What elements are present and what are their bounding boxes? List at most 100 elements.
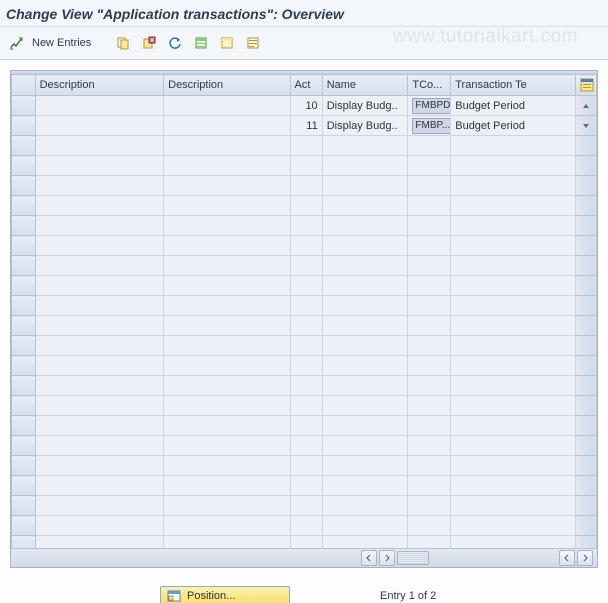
vscroll-track[interactable] — [575, 316, 596, 336]
cell-tco[interactable] — [408, 316, 451, 336]
table-row[interactable] — [12, 216, 597, 236]
deselect-all-icon[interactable] — [217, 33, 237, 53]
table-row[interactable] — [12, 496, 597, 516]
table-row[interactable]: 11Display Budg..FMBP...Budget Period — [12, 116, 597, 136]
row-marker[interactable] — [12, 536, 36, 549]
cell-desc2[interactable] — [164, 96, 290, 116]
cell-tco[interactable]: FMBPD — [408, 96, 451, 116]
column-transaction-text[interactable]: Transaction Te — [451, 75, 575, 96]
table-row[interactable] — [12, 416, 597, 436]
table-row[interactable] — [12, 176, 597, 196]
vscroll-track[interactable] — [575, 136, 596, 156]
cell-name[interactable] — [322, 236, 408, 256]
cell-desc1[interactable] — [35, 416, 164, 436]
cell-tt[interactable] — [451, 176, 575, 196]
vscroll-track[interactable] — [575, 256, 596, 276]
cell-desc2[interactable] — [164, 476, 290, 496]
cell-tco[interactable] — [408, 536, 451, 549]
cell-act[interactable] — [290, 476, 322, 496]
vscroll-track[interactable] — [575, 276, 596, 296]
hscroll-right-icon[interactable] — [379, 550, 395, 566]
cell-name[interactable] — [322, 296, 408, 316]
cell-tt[interactable] — [451, 536, 575, 549]
cell-tco[interactable] — [408, 516, 451, 536]
hscroll-left-icon[interactable] — [361, 550, 377, 566]
cell-desc1[interactable] — [35, 276, 164, 296]
row-marker[interactable] — [12, 216, 36, 236]
cell-tco[interactable] — [408, 376, 451, 396]
vscroll-track[interactable] — [575, 156, 596, 176]
cell-act[interactable] — [290, 356, 322, 376]
cell-tco[interactable] — [408, 356, 451, 376]
cell-act[interactable] — [290, 516, 322, 536]
row-marker[interactable] — [12, 356, 36, 376]
cell-tco[interactable] — [408, 156, 451, 176]
cell-desc1[interactable] — [35, 256, 164, 276]
cell-tt[interactable] — [451, 256, 575, 276]
vscroll-track[interactable] — [575, 516, 596, 536]
cell-desc2[interactable] — [164, 116, 290, 136]
cell-tt[interactable]: Budget Period — [451, 116, 575, 136]
vscroll-down-icon[interactable] — [575, 116, 596, 136]
horizontal-scrollbar[interactable] — [11, 548, 597, 567]
column-act[interactable]: Act — [290, 75, 322, 96]
vscroll-track[interactable] — [575, 476, 596, 496]
cell-desc1[interactable] — [35, 176, 164, 196]
table-row[interactable] — [12, 276, 597, 296]
variant-icon[interactable] — [243, 33, 263, 53]
cell-tco[interactable] — [408, 436, 451, 456]
row-marker[interactable] — [12, 316, 36, 336]
cell-name[interactable] — [322, 336, 408, 356]
cell-act[interactable] — [290, 216, 322, 236]
cell-tt[interactable]: Budget Period — [451, 96, 575, 116]
cell-tt[interactable] — [451, 356, 575, 376]
cell-tt[interactable] — [451, 336, 575, 356]
cell-tco[interactable] — [408, 216, 451, 236]
cell-act[interactable] — [290, 176, 322, 196]
cell-desc1[interactable] — [35, 196, 164, 216]
cell-desc2[interactable] — [164, 376, 290, 396]
row-marker[interactable] — [12, 256, 36, 276]
column-name[interactable]: Name — [322, 75, 408, 96]
cell-tco[interactable]: FMBP... — [408, 116, 451, 136]
cell-name[interactable] — [322, 516, 408, 536]
cell-desc1[interactable] — [35, 516, 164, 536]
column-description-2[interactable]: Description — [164, 75, 290, 96]
cell-desc2[interactable] — [164, 536, 290, 549]
cell-name[interactable] — [322, 196, 408, 216]
cell-tco[interactable] — [408, 236, 451, 256]
tcode-value[interactable]: FMBP... — [412, 118, 450, 134]
row-marker[interactable] — [12, 476, 36, 496]
column-tcode[interactable]: TCo... — [408, 75, 451, 96]
cell-act[interactable] — [290, 396, 322, 416]
cell-name[interactable] — [322, 156, 408, 176]
cell-name[interactable] — [322, 496, 408, 516]
cell-tt[interactable] — [451, 316, 575, 336]
cell-tco[interactable] — [408, 176, 451, 196]
cell-desc2[interactable] — [164, 436, 290, 456]
cell-name[interactable] — [322, 416, 408, 436]
cell-desc1[interactable] — [35, 396, 164, 416]
vscroll-track[interactable] — [575, 456, 596, 476]
cell-desc2[interactable] — [164, 276, 290, 296]
cell-act[interactable] — [290, 536, 322, 549]
row-marker[interactable] — [12, 236, 36, 256]
cell-desc2[interactable] — [164, 176, 290, 196]
table-row[interactable] — [12, 436, 597, 456]
cell-act[interactable] — [290, 296, 322, 316]
vscroll-track[interactable] — [575, 216, 596, 236]
cell-act[interactable] — [290, 456, 322, 476]
cell-tt[interactable] — [451, 276, 575, 296]
cell-act[interactable]: 10 — [290, 96, 322, 116]
cell-act[interactable] — [290, 436, 322, 456]
table-row[interactable] — [12, 376, 597, 396]
cell-desc1[interactable] — [35, 536, 164, 549]
vscroll-track[interactable] — [575, 496, 596, 516]
cell-name[interactable] — [322, 476, 408, 496]
table-row[interactable] — [12, 196, 597, 216]
cell-tco[interactable] — [408, 456, 451, 476]
cell-tco[interactable] — [408, 336, 451, 356]
vscroll-track[interactable] — [575, 376, 596, 396]
vscroll-track[interactable] — [575, 296, 596, 316]
vscroll-up-icon[interactable] — [575, 96, 596, 116]
